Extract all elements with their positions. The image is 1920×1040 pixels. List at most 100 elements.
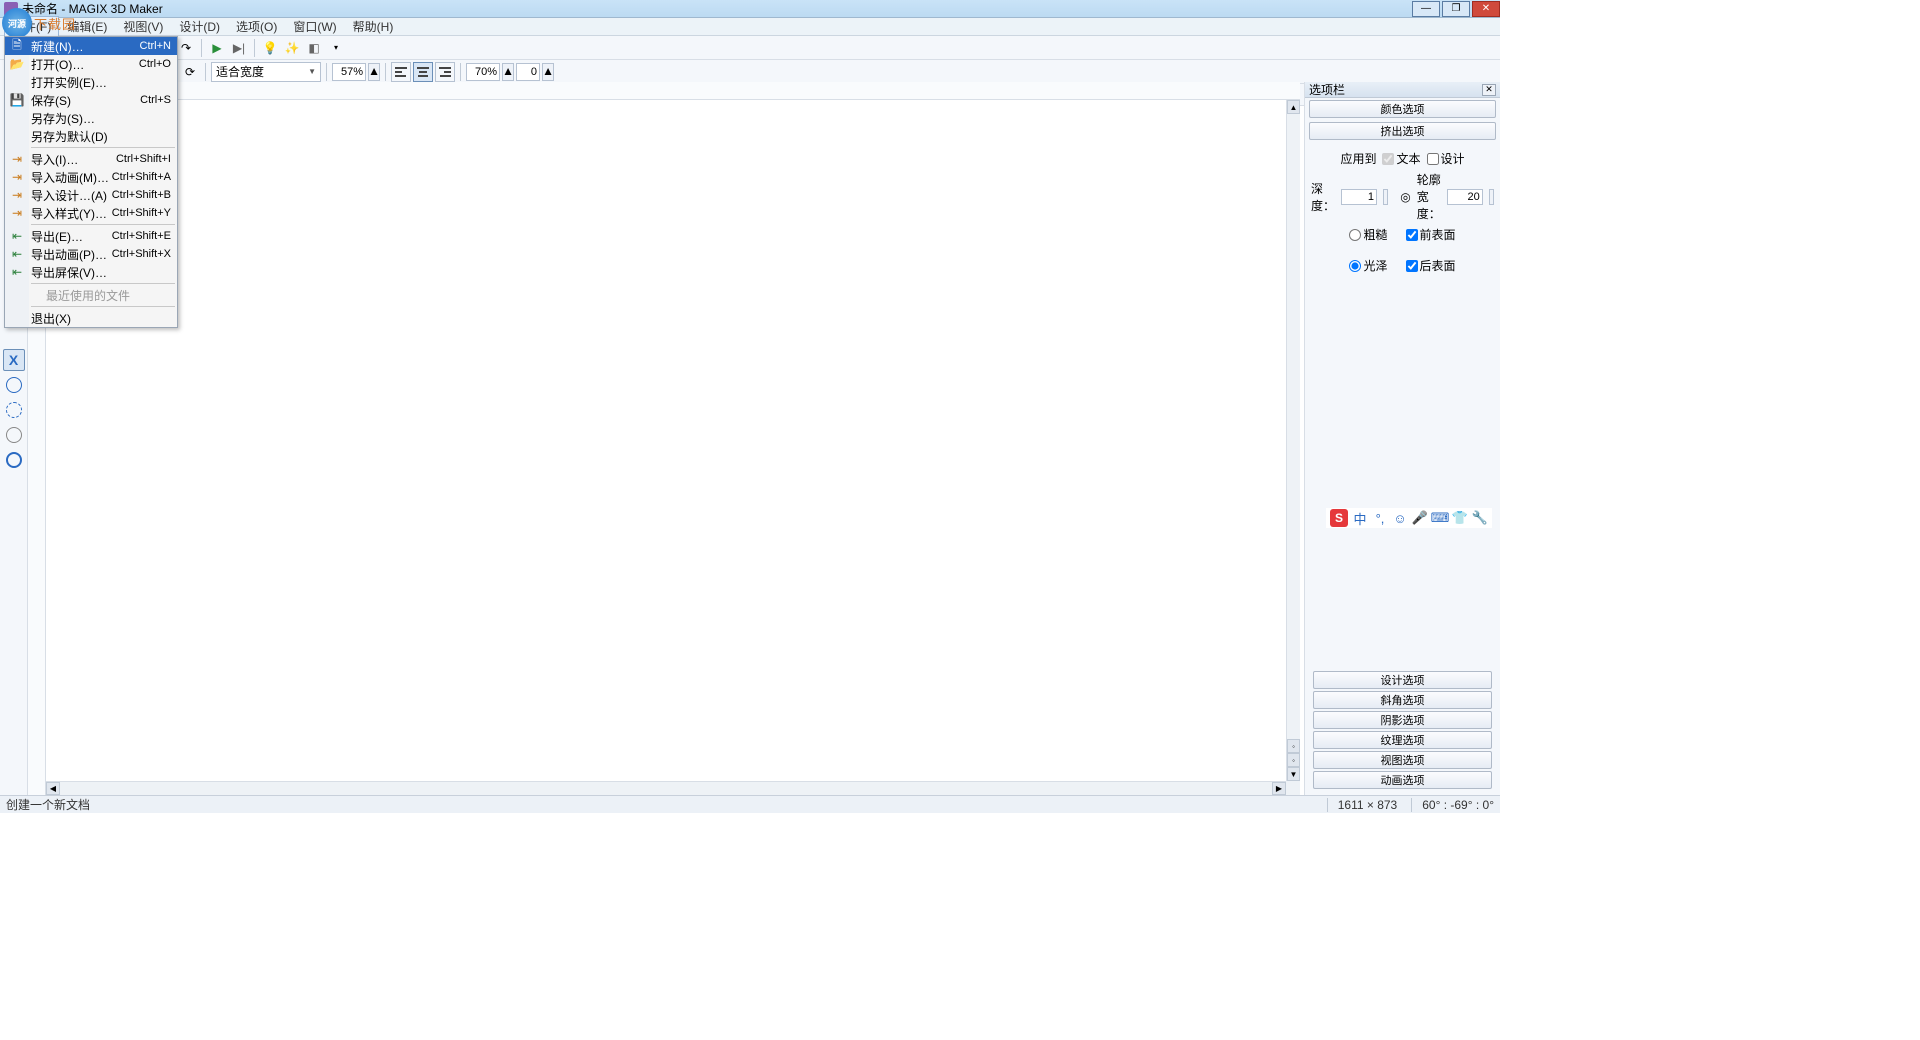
scroll-left-button[interactable]: ◀ <box>46 782 60 795</box>
apply-text-checkbox[interactable]: 文本 <box>1382 150 1420 167</box>
extrude-options-button[interactable]: 挤出选项 <box>1309 122 1496 140</box>
tool-circle4-icon[interactable] <box>3 449 25 471</box>
outline-label: 轮廓宽度： <box>1417 171 1441 222</box>
menu-window[interactable]: 窗口(W) <box>285 16 344 37</box>
scroll-down-button[interactable]: ▼ <box>1287 767 1300 781</box>
menu-edit[interactable]: 编辑(E) <box>59 16 115 37</box>
percent1-spinner[interactable]: ▲▼ <box>368 63 380 81</box>
percent1-input[interactable] <box>332 63 366 81</box>
ime-emoji-icon[interactable]: ☺ <box>1392 510 1408 526</box>
ime-skin-icon[interactable]: 👕 <box>1452 510 1468 526</box>
new-doc-icon: 🗎 <box>9 38 25 54</box>
close-button[interactable]: ✕ <box>1472 1 1500 17</box>
window-title: 未命名 - MAGIX 3D Maker <box>22 0 163 17</box>
scroll-right-button[interactable]: ▶ <box>1272 782 1286 795</box>
options-panel-close-button[interactable]: ✕ <box>1482 84 1496 96</box>
ime-toolbar[interactable]: S 中 °, ☺ 🎤 ⌨ 👕 🔧 <box>1326 508 1492 528</box>
file-menu-save[interactable]: 💾 保存(S)Ctrl+S <box>5 91 177 109</box>
file-menu-import-design[interactable]: ⇥ 导入设计…(A)Ctrl+Shift+B <box>5 186 177 204</box>
depth-spinner[interactable] <box>1383 189 1388 205</box>
tb-cube-icon[interactable]: ◧ <box>304 38 324 58</box>
tool-circle3-icon[interactable] <box>3 424 25 446</box>
tb-redo-icon[interactable]: ↷ <box>176 38 196 58</box>
ruler-horizontal <box>28 82 1300 100</box>
file-menu-import[interactable]: ⇥ 导入(I)…Ctrl+Shift+I <box>5 150 177 168</box>
toolbar-format: ⟳ 适合宽度 ▲▼ ▲▼ ▲▼ <box>0 60 1500 84</box>
apply-design-checkbox[interactable]: 设计 <box>1427 150 1465 167</box>
import-icon: ⇥ <box>9 151 25 167</box>
color-options-button[interactable]: 颜色选项 <box>1309 100 1496 118</box>
scrollbar-vertical[interactable]: ▲ ◦ ◦ ▼ <box>1286 100 1300 781</box>
canvas-workspace[interactable] <box>46 100 1286 781</box>
scroll-corner <box>1286 781 1300 795</box>
export-icon: ⇤ <box>9 228 25 244</box>
rough-radio[interactable]: 粗糙 <box>1349 226 1387 243</box>
scroll-reset1-button[interactable]: ◦ <box>1287 739 1300 753</box>
file-menu-save-as[interactable]: 另存为(S)… <box>5 109 177 127</box>
align-center-button[interactable] <box>413 62 433 82</box>
align-right-button[interactable] <box>435 62 455 82</box>
back-checkbox[interactable]: 后表面 <box>1406 257 1456 274</box>
menu-help[interactable]: 帮助(H) <box>345 16 402 37</box>
file-menu-recent: 最近使用的文件 <box>5 286 177 304</box>
scrollbar-horizontal[interactable]: ◀ ▶ <box>46 781 1286 795</box>
sogou-ime-icon[interactable]: S <box>1330 509 1348 527</box>
ime-toolbox-icon[interactable]: 🔧 <box>1472 510 1488 526</box>
design-options-button[interactable]: 设计选项 <box>1313 671 1492 689</box>
view-options-button[interactable]: 视图选项 <box>1313 751 1492 769</box>
front-checkbox[interactable]: 前表面 <box>1406 226 1456 243</box>
scroll-reset2-button[interactable]: ◦ <box>1287 753 1300 767</box>
depth-label: 深度： <box>1311 180 1335 214</box>
toolbar-main: ✂ ⧉ 📋 ↶ ↷ ▶ ▶| 💡 ✨ ◧ ▾ <box>0 36 1500 60</box>
tb-dropdown-icon[interactable]: ▾ <box>326 38 346 58</box>
outline-input[interactable] <box>1447 189 1483 205</box>
file-menu-exit[interactable]: 退出(X) <box>5 309 177 327</box>
minimize-button[interactable]: — <box>1412 1 1440 17</box>
outline-spinner[interactable] <box>1489 189 1494 205</box>
gloss-radio[interactable]: 光泽 <box>1349 257 1387 274</box>
file-menu-open[interactable]: 📂 打开(O)…Ctrl+O <box>5 55 177 73</box>
menu-options[interactable]: 选项(O) <box>228 16 285 37</box>
ime-keyboard-icon[interactable]: ⌨ <box>1432 510 1448 526</box>
spin0-spinner[interactable]: ▲▼ <box>542 63 554 81</box>
import-anim-icon: ⇥ <box>9 169 25 185</box>
percent2-spinner[interactable]: ▲▼ <box>502 63 514 81</box>
anim-options-button[interactable]: 动画选项 <box>1313 771 1492 789</box>
file-menu-export-saver[interactable]: ⇤ 导出屏保(V)… <box>5 263 177 281</box>
menu-design[interactable]: 设计(D) <box>171 16 228 37</box>
tb-refresh-icon[interactable]: ⟳ <box>180 62 200 82</box>
tool-circle1-icon[interactable] <box>3 374 25 396</box>
tool-x-icon[interactable]: X <box>3 349 25 371</box>
menu-view[interactable]: 视图(V) <box>115 16 171 37</box>
maximize-button[interactable]: ❐ <box>1442 1 1470 17</box>
tb-play-icon[interactable]: ▶ <box>207 38 227 58</box>
bevel-options-button[interactable]: 斜角选项 <box>1313 691 1492 709</box>
tb-step-icon[interactable]: ▶| <box>229 38 249 58</box>
file-menu-export[interactable]: ⇤ 导出(E)…Ctrl+Shift+E <box>5 227 177 245</box>
tb-wand-icon[interactable]: ✨ <box>282 38 302 58</box>
spin0-input[interactable] <box>516 63 540 81</box>
file-menu-save-default[interactable]: 另存为默认(D) <box>5 127 177 145</box>
file-menu-export-anim[interactable]: ⇤ 导出动画(P)…Ctrl+Shift+X <box>5 245 177 263</box>
scroll-up-button[interactable]: ▲ <box>1287 100 1300 114</box>
save-disk-icon: 💾 <box>9 92 25 108</box>
app-icon <box>4 2 18 16</box>
ime-voice-icon[interactable]: 🎤 <box>1412 510 1428 526</box>
file-menu-new[interactable]: 🗎 新建(N)…Ctrl+N <box>5 37 177 55</box>
texture-options-button[interactable]: 纹理选项 <box>1313 731 1492 749</box>
percent2-input[interactable] <box>466 63 500 81</box>
shadow-options-button[interactable]: 阴影选项 <box>1313 711 1492 729</box>
tb-bulb-icon[interactable]: 💡 <box>260 38 280 58</box>
file-menu-import-anim[interactable]: ⇥ 导入动画(M)…Ctrl+Shift+A <box>5 168 177 186</box>
menu-bar: 文件(F) 编辑(E) 视图(V) 设计(D) 选项(O) 窗口(W) 帮助(H… <box>0 18 1500 36</box>
depth-input[interactable] <box>1341 189 1377 205</box>
tool-circle2-icon[interactable] <box>3 399 25 421</box>
ime-punct-icon[interactable]: °, <box>1372 510 1388 526</box>
ime-lang-button[interactable]: 中 <box>1352 510 1368 526</box>
canvas-area: ▲ ◦ ◦ ▼ ◀ ▶ <box>28 82 1300 795</box>
zoom-select[interactable]: 适合宽度 <box>211 62 321 82</box>
file-menu-open-instance[interactable]: 打开实例(E)… <box>5 73 177 91</box>
align-left-button[interactable] <box>391 62 411 82</box>
menu-file[interactable]: 文件(F) <box>4 16 59 37</box>
file-menu-import-style[interactable]: ⇥ 导入样式(Y)…Ctrl+Shift+Y <box>5 204 177 222</box>
